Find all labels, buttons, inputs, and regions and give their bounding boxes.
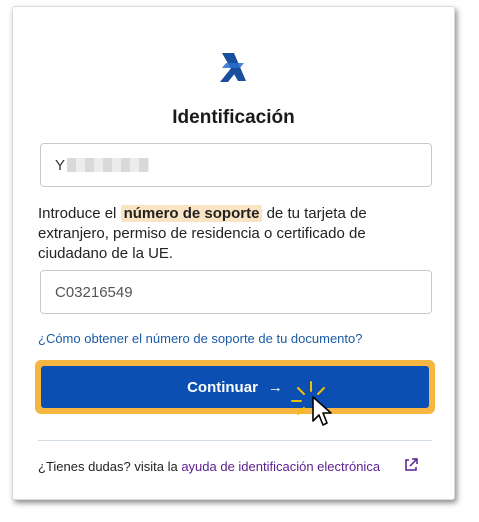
footer-help: ¿Tienes dudas? visita la ayuda de identi… [38, 459, 380, 474]
nie-value: Y [55, 156, 66, 174]
redacted-value [67, 158, 150, 172]
continue-button-focus-ring: Continuar → [35, 360, 435, 414]
identification-card: Identificación Y Introduce el número de … [12, 6, 455, 500]
support-number-input[interactable]: C03216549 [40, 270, 432, 314]
description-text-start: Introduce el [38, 205, 121, 222]
mouse-pointer-icon [291, 381, 332, 426]
page-title: Identificación [172, 107, 295, 128]
identification-help-link[interactable]: ayuda de identificación electrónica [181, 459, 380, 474]
agencia-tributaria-logo [220, 53, 246, 82]
arrow-right-icon: → [267, 378, 283, 396]
continue-label: Continuar [187, 378, 258, 396]
continue-button[interactable]: Continuar → [41, 366, 429, 408]
support-number-highlight: número de soporte [120, 205, 263, 222]
divider [38, 440, 432, 441]
external-link-icon[interactable] [403, 457, 419, 473]
support-number-description: Introduce el número de soporte de tu tar… [38, 204, 433, 264]
nie-input[interactable]: Y [40, 143, 432, 187]
support-number-help-link[interactable]: ¿Cómo obtener el número de soporte de tu… [38, 331, 362, 346]
support-number-value: C03216549 [55, 283, 133, 301]
footer-text: ¿Tienes dudas? visita la [38, 459, 182, 474]
